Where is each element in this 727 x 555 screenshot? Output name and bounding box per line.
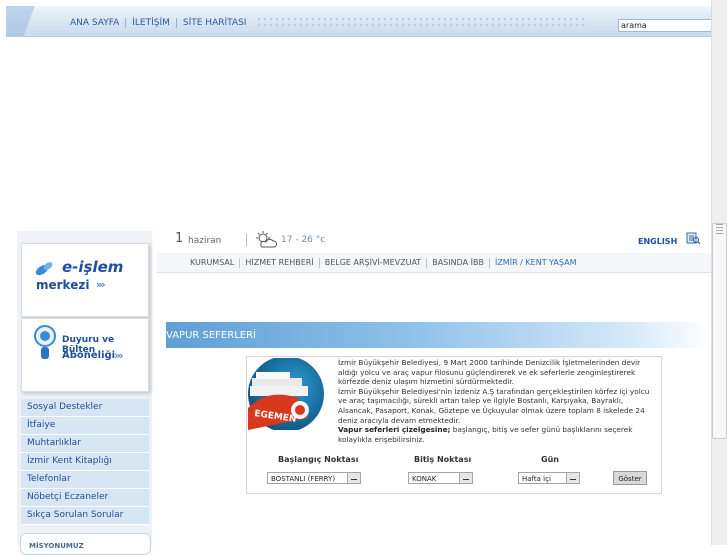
end-point-select[interactable]: KONAK (408, 472, 473, 484)
duyuru-banner[interactable]: Duyuru ve Bülten Aboneliği ››› (21, 318, 149, 392)
duyuru-arrow: ››› (114, 349, 124, 362)
left-column: e-işlem merkezi ››› Duyuru ve Bülten Abo… (17, 231, 152, 555)
date-month: haziran (188, 236, 222, 246)
side-menu: Sosyal Destekler İtfaiye Muhtarlıklar İz… (21, 399, 149, 525)
end-point-value: KONAK (412, 475, 437, 483)
nav-press[interactable]: BASINDA İBB (427, 258, 490, 268)
side-menu-fire[interactable]: İtfaiye (21, 417, 149, 435)
day-value: Hafta içi (522, 475, 551, 483)
side-menu-headmen[interactable]: Muhtarlıklar (21, 435, 149, 453)
main-nav: KURUMSAL HİZMET REHBERİ BELGE ARŞİVİ-MEV… (157, 253, 711, 273)
decorative-dots (256, 16, 586, 30)
dropdown-arrow-icon[interactable] (347, 473, 360, 483)
eislem-banner[interactable]: e-işlem merkezi ››› (21, 243, 149, 317)
nav-archive[interactable]: BELGE ARŞİVİ-MEVZUAT (320, 258, 428, 268)
day-label: Gün (541, 455, 559, 464)
ferry-image: EGEMEN (248, 358, 324, 430)
start-point-value: BOSTANLI (FERRY) (271, 475, 336, 483)
nav-service-guide[interactable]: HİZMET REHBERİ (240, 258, 320, 268)
side-menu-library[interactable]: İzmir Kent Kitaplığı (21, 453, 149, 471)
date-day: 1 (175, 231, 184, 246)
top-nav-contact[interactable]: İLETİŞİM (126, 18, 177, 28)
top-bar: ANA SAYFA İLETİŞİM SİTE HARİTASI (6, 6, 712, 37)
description-para-2: İzmir Büyükşehir Belediyesi'nin İzdeniz … (338, 386, 650, 425)
eislem-title: e-işlem (62, 258, 124, 276)
divider (246, 234, 247, 246)
description-para-1: İzmir Büyükşehir Belediyesi, 9 Mart 2000… (338, 358, 641, 387)
side-menu-pharmacies[interactable]: Nöbetçi Eczaneler (21, 489, 149, 507)
sitemap-icon[interactable] (686, 232, 700, 245)
description: İzmir Büyükşehir Belediyesi, 9 Mart 2000… (338, 358, 656, 444)
start-point-select[interactable]: BOSTANLI (FERRY) (267, 472, 361, 484)
partly-cloudy-icon (256, 231, 277, 248)
page-header: VAPUR SEFERLERİ (166, 322, 711, 348)
top-nav-home[interactable]: ANA SAYFA (64, 18, 127, 28)
top-nav: ANA SAYFA İLETİŞİM SİTE HARİTASI (64, 18, 252, 28)
english-link[interactable]: ENGLISH (638, 237, 677, 246)
side-menu-phones[interactable]: Telefonlar (21, 471, 149, 489)
megaphone-icon (34, 325, 56, 359)
end-point-label: Bitiş Noktası (414, 455, 472, 464)
side-menu-social[interactable]: Sosyal Destekler (21, 399, 149, 417)
leaf-icon (35, 262, 53, 276)
nav-corporate[interactable]: KURUMSAL (185, 258, 241, 268)
scrollbar-thumb[interactable] (712, 223, 727, 439)
page-title: VAPUR SEFERLERİ (166, 330, 256, 341)
duyuru-line2: Aboneliği (62, 350, 116, 361)
search-input[interactable] (618, 19, 712, 32)
show-button[interactable]: Göster (613, 471, 647, 485)
top-nav-sitemap[interactable]: SİTE HARİTASI (177, 18, 253, 28)
temperature: 17 - 26 °c (281, 235, 326, 245)
eislem-subtitle: merkezi (36, 278, 90, 292)
description-para-3: Vapur seferleri çizelgesine; başlangıç, … (338, 425, 656, 444)
start-point-label: Başlangıç Noktası (278, 455, 359, 464)
dropdown-arrow-icon[interactable] (459, 473, 472, 483)
day-select[interactable]: Hafta içi (518, 472, 580, 484)
eislem-arrow: ››› (96, 278, 106, 291)
logo-swoosh (6, 6, 66, 36)
info-bar (157, 231, 711, 251)
mission-box: MİSYONUMUZ (20, 533, 151, 555)
side-menu-faq[interactable]: Sıkça Sorulan Sorular (21, 507, 149, 525)
nav-city-life[interactable]: İZMİR / KENT YAŞAM (490, 258, 582, 268)
description-bold: Vapur seferleri çizelgesine; (338, 425, 451, 435)
dropdown-arrow-icon[interactable] (566, 473, 579, 483)
mission-title: MİSYONUMUZ (29, 542, 84, 550)
